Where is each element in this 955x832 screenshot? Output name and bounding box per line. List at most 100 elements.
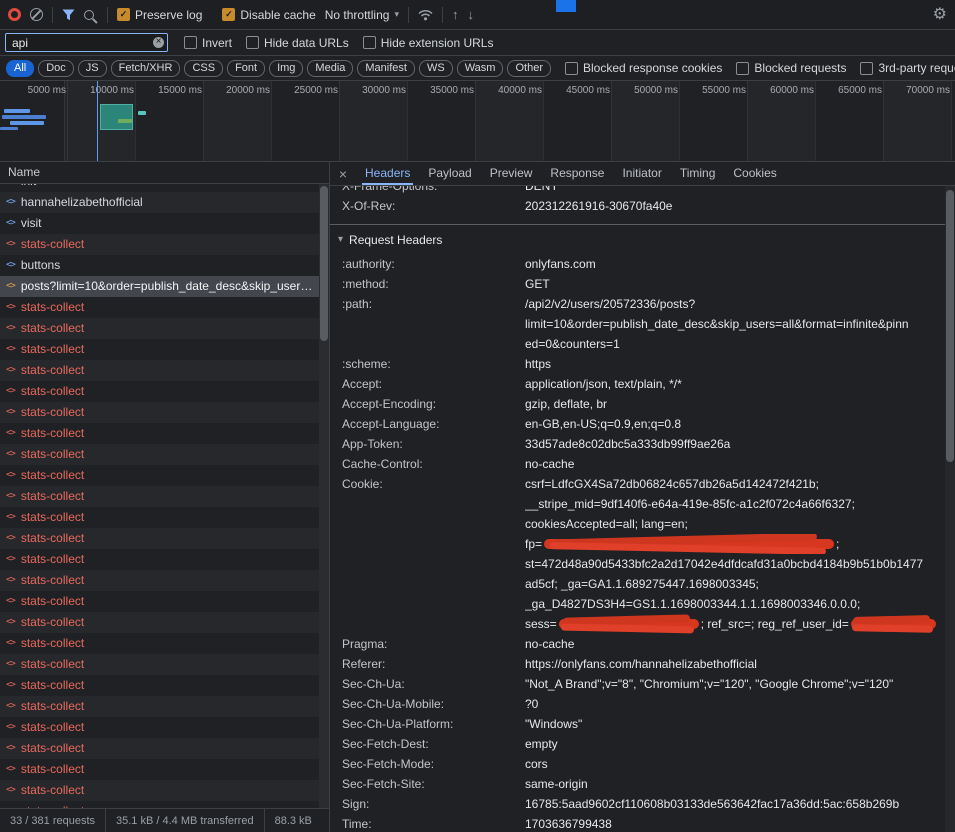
header-value: ?0 xyxy=(525,694,955,714)
type-filter-img[interactable]: Img xyxy=(269,60,303,77)
type-filter-css[interactable]: CSS xyxy=(184,60,223,77)
checkbox-box[interactable] xyxy=(184,36,197,49)
header-name: Time: xyxy=(330,814,525,832)
checkbox-disable-cache[interactable]: ✓Disable cache xyxy=(222,8,315,22)
type-filter-fetch-xhr[interactable]: Fetch/XHR xyxy=(111,60,181,77)
request-headers-section[interactable]: ▾ Request Headers xyxy=(330,224,955,254)
network-conditions-icon[interactable] xyxy=(418,9,433,21)
request-row[interactable]: <>stats-collect xyxy=(0,297,329,318)
record-button[interactable] xyxy=(8,8,21,21)
scrollbar-thumb[interactable] xyxy=(946,190,954,462)
tab-cookies[interactable]: Cookies xyxy=(724,162,785,185)
checkbox-preserve-log[interactable]: ✓Preserve log xyxy=(117,8,202,22)
request-row[interactable]: <>stats-collect xyxy=(0,696,329,717)
tab-response[interactable]: Response xyxy=(541,162,613,185)
checkbox-box[interactable] xyxy=(736,62,749,75)
requests-scrollbar[interactable] xyxy=(319,184,329,808)
timeline-overview[interactable]: 5000 ms10000 ms15000 ms20000 ms25000 ms3… xyxy=(0,81,955,162)
tab-headers[interactable]: Headers xyxy=(356,162,419,185)
checkbox-invert[interactable]: Invert xyxy=(184,36,232,50)
type-filter-doc[interactable]: Doc xyxy=(38,60,74,77)
request-name: stats-collect xyxy=(21,444,96,465)
toolbar-blue-indicator xyxy=(556,0,576,12)
checkbox-hide-extension-urls[interactable]: Hide extension URLs xyxy=(363,36,494,50)
request-row[interactable]: <>stats-collect xyxy=(0,381,329,402)
request-name: stats-collect xyxy=(21,633,96,654)
name-column-header[interactable]: Name xyxy=(0,162,329,184)
type-filter-ws[interactable]: WS xyxy=(419,60,453,77)
request-row[interactable]: <>stats-collect xyxy=(0,444,329,465)
checkbox-box[interactable] xyxy=(565,62,578,75)
request-row[interactable]: <>stats-collect xyxy=(0,738,329,759)
scrollbar-thumb[interactable] xyxy=(320,186,328,341)
type-filter-font[interactable]: Font xyxy=(227,60,265,77)
toolbar-divider xyxy=(442,7,443,23)
request-row[interactable]: <>stats-collect xyxy=(0,318,329,339)
checkbox-box[interactable] xyxy=(363,36,376,49)
request-row[interactable]: <>stats-collect xyxy=(0,549,329,570)
checkbox-blocked-requests[interactable]: Blocked requests xyxy=(736,61,846,75)
request-row[interactable]: <>stats-collect xyxy=(0,339,329,360)
tab-initiator[interactable]: Initiator xyxy=(613,162,670,185)
request-row[interactable]: <>stats-collect xyxy=(0,507,329,528)
checkbox-box[interactable] xyxy=(860,62,873,75)
tab-timing[interactable]: Timing xyxy=(671,162,725,185)
request-row[interactable]: <>stats-collect xyxy=(0,780,329,801)
detail-scrollbar[interactable] xyxy=(945,186,955,832)
checkbox-blocked-response-cookies[interactable]: Blocked response cookies xyxy=(565,61,722,75)
request-row[interactable]: <>stats-collect xyxy=(0,591,329,612)
request-row[interactable]: <>posts?limit=10&order=publish_date_desc… xyxy=(0,276,329,297)
request-row[interactable]: <>stats-collect xyxy=(0,423,329,444)
request-row[interactable]: <>stats-collect xyxy=(0,717,329,738)
request-row[interactable]: <>stats-collect xyxy=(0,486,329,507)
header-name: :method: xyxy=(330,274,525,294)
request-row[interactable]: <>stats-collect xyxy=(0,402,329,423)
overview-activity-bar xyxy=(4,109,30,113)
clear-filter-icon[interactable]: × xyxy=(153,37,164,48)
export-har-icon[interactable]: ↓ xyxy=(467,8,474,21)
tab-preview[interactable]: Preview xyxy=(481,162,542,185)
gear-icon[interactable]: ⚙ xyxy=(933,7,947,23)
request-row[interactable]: <>stats-collect xyxy=(0,759,329,780)
clear-network-log-button[interactable] xyxy=(30,8,43,21)
type-filter-media[interactable]: Media xyxy=(307,60,353,77)
overview-tick-label: 70000 ms xyxy=(890,85,950,96)
request-row[interactable]: <>stats-collect xyxy=(0,801,329,808)
request-row[interactable]: <>init xyxy=(0,184,329,192)
filter-input[interactable] xyxy=(5,33,168,52)
type-filter-js[interactable]: JS xyxy=(78,60,107,77)
request-name: stats-collect xyxy=(21,801,96,808)
type-filter-other[interactable]: Other xyxy=(507,60,551,77)
type-filter-wasm[interactable]: Wasm xyxy=(457,60,504,77)
filter-funnel-icon[interactable] xyxy=(62,9,75,21)
request-row[interactable]: <>stats-collect xyxy=(0,570,329,591)
header-value-text: 1703636799438 xyxy=(525,817,612,831)
request-row[interactable]: <>stats-collect xyxy=(0,360,329,381)
throttling-select[interactable]: No throttling ▾ xyxy=(325,8,399,22)
request-row[interactable]: <>stats-collect xyxy=(0,234,329,255)
type-filter-all[interactable]: All xyxy=(6,60,34,77)
request-row[interactable]: <>buttons xyxy=(0,255,329,276)
close-icon[interactable]: × xyxy=(330,166,356,182)
request-name: stats-collect xyxy=(21,591,96,612)
checkbox-hide-data-urls[interactable]: Hide data URLs xyxy=(246,36,349,50)
request-row[interactable]: <>stats-collect xyxy=(0,675,329,696)
request-row[interactable]: <>stats-collect xyxy=(0,612,329,633)
request-row[interactable]: <>hannahelizabethofficial xyxy=(0,192,329,213)
checkbox-box[interactable]: ✓ xyxy=(117,8,130,21)
checkbox-box[interactable]: ✓ xyxy=(222,8,235,21)
request-row[interactable]: <>visit xyxy=(0,213,329,234)
checkbox-box[interactable] xyxy=(246,36,259,49)
requests-panel: Name <>init<>hannahelizabethofficial<>vi… xyxy=(0,162,330,832)
search-icon[interactable] xyxy=(84,10,94,20)
request-row[interactable]: <>stats-collect xyxy=(0,633,329,654)
request-name: stats-collect xyxy=(21,402,96,423)
tab-payload[interactable]: Payload xyxy=(419,162,480,185)
type-filter-manifest[interactable]: Manifest xyxy=(357,60,415,77)
overview-selection[interactable] xyxy=(100,104,133,130)
request-row[interactable]: <>stats-collect xyxy=(0,654,329,675)
request-row[interactable]: <>stats-collect xyxy=(0,465,329,486)
checkbox-3rd-party-requests[interactable]: 3rd-party requests xyxy=(860,61,955,75)
request-row[interactable]: <>stats-collect xyxy=(0,528,329,549)
import-har-icon[interactable]: ↑ xyxy=(452,8,459,21)
